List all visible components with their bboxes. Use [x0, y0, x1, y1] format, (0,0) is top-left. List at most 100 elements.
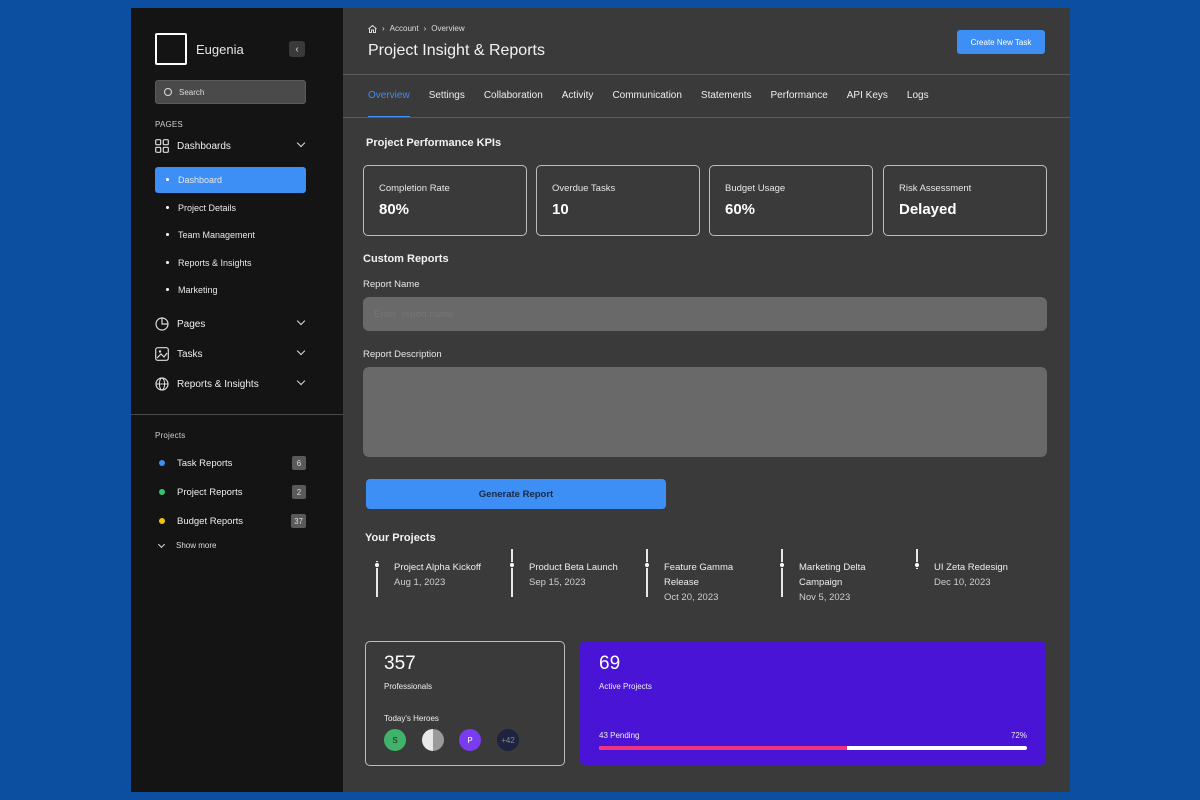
report-name-label: Report Name	[363, 279, 420, 290]
tab-logs[interactable]: Logs	[907, 90, 929, 118]
kpi-value: Delayed	[899, 201, 957, 218]
tab-statements[interactable]: Statements	[701, 90, 752, 118]
project-label: Budget Reports	[177, 515, 244, 527]
progress-fill	[599, 746, 848, 750]
breadcrumb-separator: ›	[382, 24, 385, 33]
chevron-left-icon: ‹	[295, 43, 299, 55]
progress-percent: 72%	[1010, 731, 1027, 740]
tab-activity[interactable]: Activity	[562, 90, 594, 118]
timeline-line	[781, 549, 783, 597]
tab-api-keys[interactable]: API Keys	[847, 90, 888, 118]
report-name-input[interactable]	[363, 297, 1047, 331]
search-icon	[164, 88, 172, 96]
kpi-card: Completion Rate 80%	[363, 165, 527, 236]
timeline-node	[374, 562, 380, 568]
avatar-overflow-count[interactable]: +42	[496, 728, 520, 752]
sidebar-divider	[131, 414, 343, 415]
sidebar-item-marketing[interactable]: Marketing	[155, 277, 306, 303]
kpi-section-title: Project Performance KPIs	[366, 137, 502, 149]
breadcrumb-account[interactable]: Account	[390, 24, 419, 33]
chevron-down-icon	[296, 346, 306, 356]
tab-bar: Overview Settings Collaboration Activity…	[368, 90, 948, 118]
kpi-card: Overdue Tasks 10	[536, 165, 700, 236]
projects-section-label: Projects	[155, 431, 186, 440]
breadcrumb-overview[interactable]: Overview	[431, 24, 464, 33]
progress-bar	[599, 746, 1027, 750]
count-badge: 6	[292, 456, 306, 470]
heroes-label: Today's Heroes	[384, 714, 439, 723]
sidebar-item-reports-insights[interactable]: Reports & Insights	[155, 250, 306, 276]
avatar[interactable]: P	[458, 728, 482, 752]
nav-reports-insights[interactable]: Reports & Insights	[155, 374, 306, 394]
sidebar: Eugenia ‹ Search PAGES Dashboards Dashbo…	[131, 8, 343, 792]
status-dot	[159, 489, 165, 495]
tab-performance[interactable]: Performance	[771, 90, 828, 118]
pie-chart-icon	[155, 317, 169, 331]
main-content: › Account › Overview Project Insight & R…	[343, 8, 1070, 792]
project-date: Sep 15, 2023	[529, 577, 586, 588]
count-badge: 2	[292, 485, 306, 499]
breadcrumb: › Account › Overview	[368, 24, 465, 33]
show-more-button[interactable]: Show more	[157, 540, 217, 550]
breadcrumb-separator: ›	[423, 24, 427, 33]
create-new-task-button[interactable]: Create New Task	[957, 30, 1045, 54]
professionals-count: 357	[384, 653, 416, 674]
project-name: Product Beta Launch	[529, 562, 618, 573]
kpi-value: 10	[552, 201, 569, 218]
sidebar-item-project-details[interactable]: Project Details	[155, 195, 306, 221]
pages-section-label: PAGES	[155, 120, 183, 129]
project-name: Marketing Delta Campaign	[799, 562, 866, 588]
kpi-label: Budget Usage	[725, 183, 786, 194]
image-icon	[155, 347, 169, 361]
page-title: Project Insight & Reports	[368, 42, 545, 59]
timeline-node	[644, 562, 650, 568]
tab-collaboration[interactable]: Collaboration	[484, 90, 543, 118]
tab-settings[interactable]: Settings	[429, 90, 465, 118]
avatar[interactable]	[421, 728, 445, 752]
kpi-card: Budget Usage 60%	[709, 165, 873, 236]
sidebar-item-team-management[interactable]: Team Management	[155, 222, 306, 248]
project-date: Nov 5, 2023	[799, 592, 851, 603]
nav-dashboards[interactable]: Dashboards	[155, 136, 306, 156]
project-date: Dec 10, 2023	[934, 577, 991, 588]
timeline-line	[646, 549, 648, 597]
nav-tasks-label: Tasks	[177, 348, 203, 360]
active-projects-count: 69	[599, 653, 621, 674]
kpi-value: 80%	[379, 201, 410, 218]
header-divider	[343, 74, 1070, 75]
avatar[interactable]: S	[383, 728, 407, 752]
status-dot	[159, 460, 165, 466]
kpi-value: 60%	[725, 201, 756, 218]
brand[interactable]: Eugenia	[155, 33, 244, 65]
project-project-reports[interactable]: Project Reports 2	[159, 484, 306, 500]
sidebar-item-dashboard[interactable]: Dashboard	[155, 167, 306, 193]
project-name: UI Zeta Redesign	[934, 562, 1008, 573]
collapse-sidebar-button[interactable]: ‹	[289, 41, 305, 57]
tabs-divider	[343, 117, 1070, 118]
home-icon[interactable]	[368, 24, 377, 33]
professionals-label: Professionals	[384, 682, 433, 691]
status-dot	[159, 518, 165, 524]
search-input[interactable]: Search	[155, 80, 306, 104]
report-description-input[interactable]	[363, 367, 1047, 457]
nav-tasks[interactable]: Tasks	[155, 344, 306, 364]
timeline-node	[914, 562, 920, 568]
generate-report-button[interactable]: Generate Report	[366, 479, 666, 509]
timeline-line	[511, 549, 513, 597]
project-task-reports[interactable]: Task Reports 6	[159, 455, 306, 471]
nav-dashboards-label: Dashboards	[177, 140, 231, 152]
kpi-card: Risk Assessment Delayed	[883, 165, 1047, 236]
tab-communication[interactable]: Communication	[612, 90, 681, 118]
project-name: Project Alpha Kickoff	[394, 562, 481, 573]
custom-reports-title: Custom Reports	[363, 253, 449, 265]
timeline-node	[779, 562, 785, 568]
nav-pages[interactable]: Pages	[155, 314, 306, 334]
report-description-label: Report Description	[363, 349, 442, 360]
tab-overview[interactable]: Overview	[368, 90, 410, 118]
grid-icon	[155, 139, 169, 153]
project-budget-reports[interactable]: Budget Reports 37	[159, 513, 306, 529]
globe-icon	[155, 377, 169, 391]
pending-label: 43 Pending	[599, 731, 640, 740]
show-more-label: Show more	[176, 541, 217, 550]
project-name: Feature Gamma Release	[664, 562, 734, 588]
